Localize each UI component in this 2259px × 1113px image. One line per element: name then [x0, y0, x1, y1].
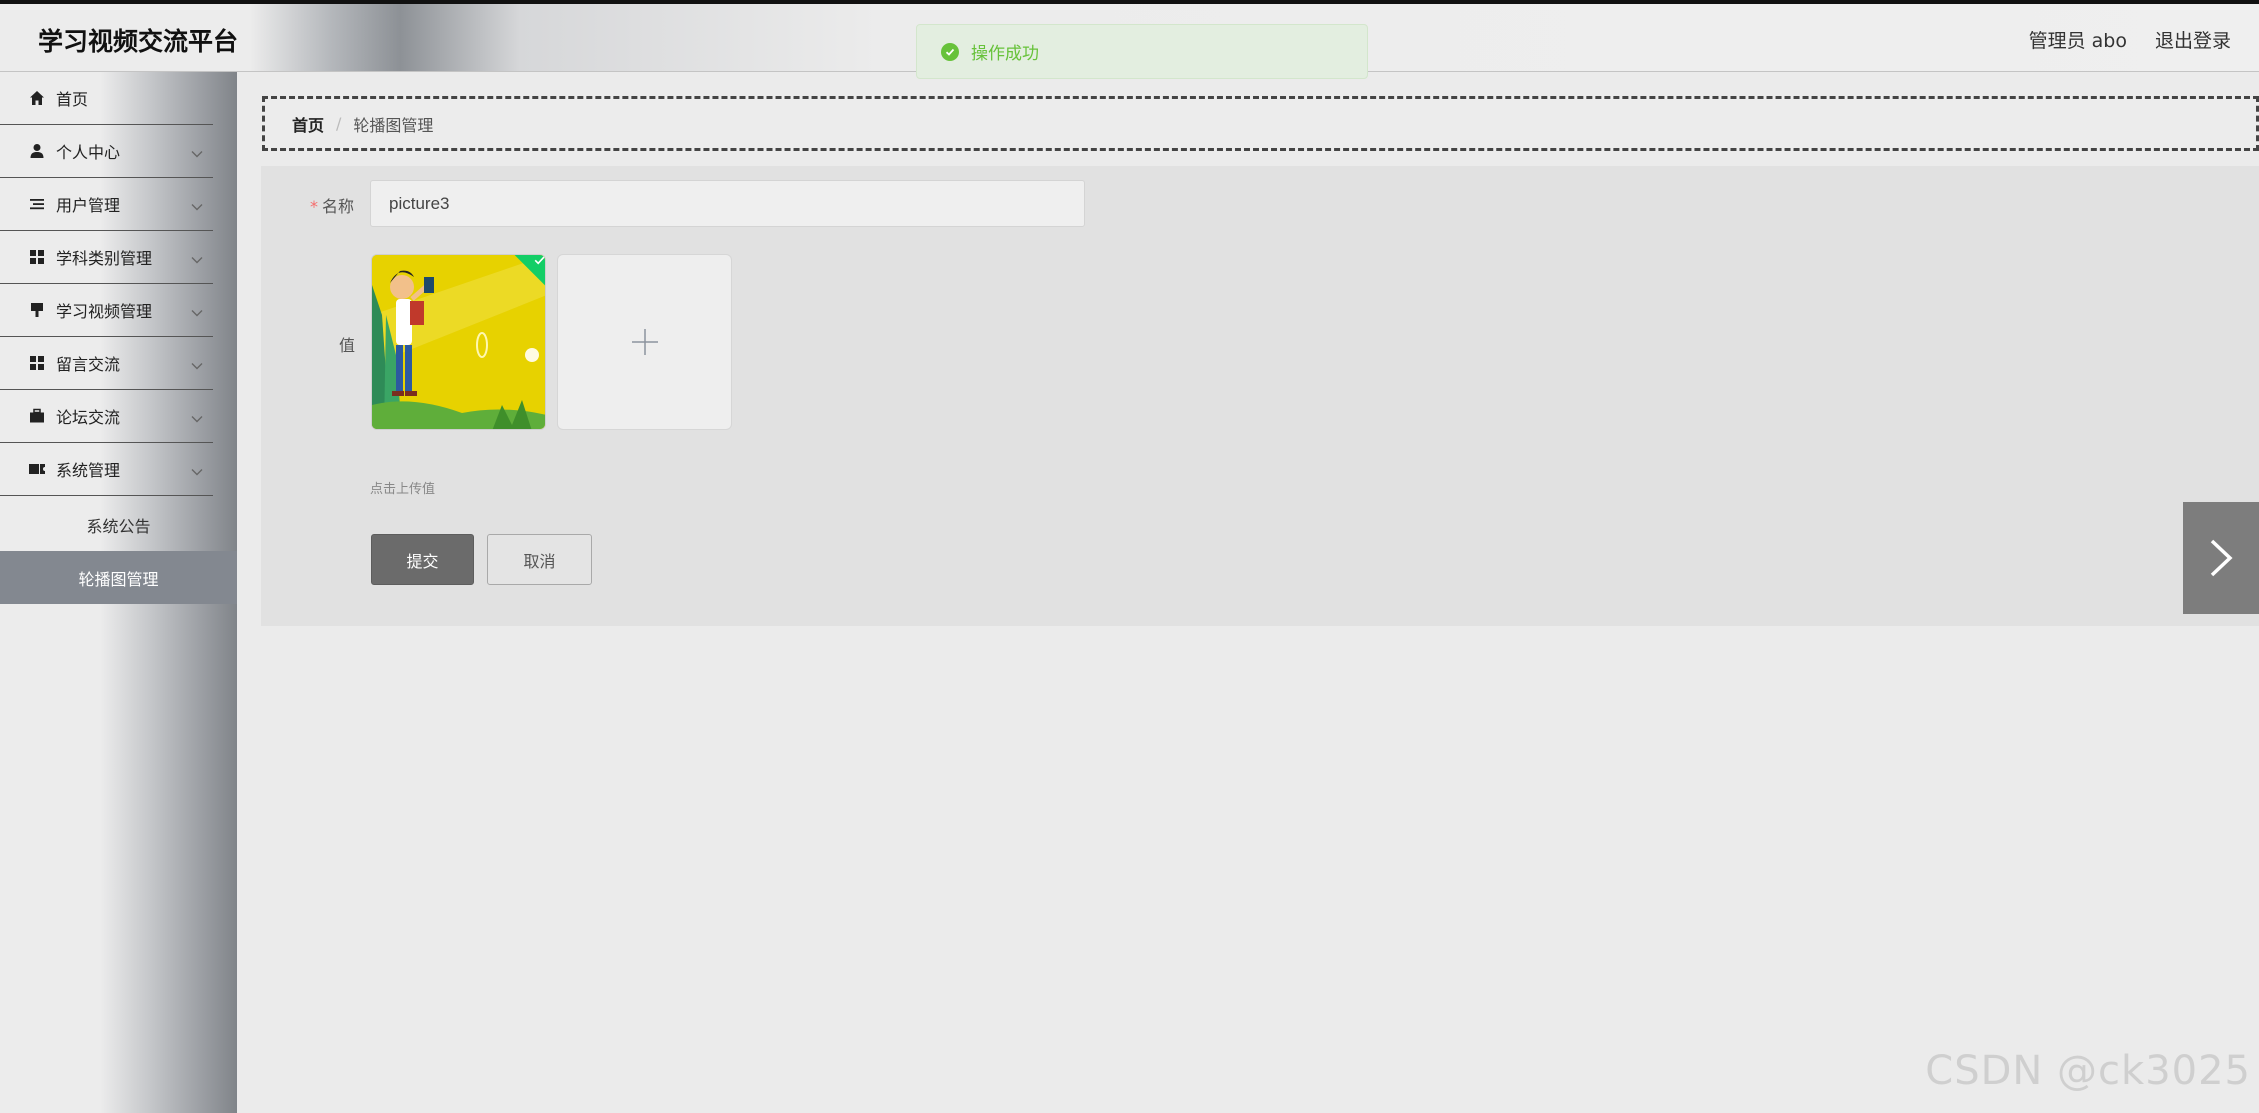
sidebar-subitem-carousel-management[interactable]: 轮播图管理: [0, 551, 237, 604]
name-field-label: * 名称: [310, 197, 355, 216]
next-arrow-button[interactable]: [2183, 502, 2259, 614]
sidebar-item-label: 首页: [56, 90, 89, 109]
sidebar-item-label: 个人中心: [56, 143, 121, 162]
sidebar-item-video-management[interactable]: 学习视频管理: [0, 284, 213, 337]
list-icon: [28, 195, 46, 213]
watermark: CSDN @ck3025: [1925, 1048, 2251, 1094]
check-icon: [534, 256, 545, 265]
briefcase-icon: [28, 407, 46, 425]
breadcrumb-current: 轮播图管理: [353, 115, 434, 135]
sidebar-item-system-management[interactable]: 系统管理: [0, 443, 213, 496]
cancel-button[interactable]: 取消: [487, 534, 592, 585]
sidebar-item-forum[interactable]: 论坛交流: [0, 390, 213, 443]
sidebar-item-label: 留言交流: [56, 355, 121, 374]
current-user-label: 管理员 abo: [2028, 30, 2127, 52]
sidebar-item-message-exchange[interactable]: 留言交流: [0, 337, 213, 390]
sidebar-subitem-system-notice[interactable]: 系统公告: [0, 498, 237, 551]
sidebar: 首页 个人中心 用户管理 学科类别管理 学习视频管理 留言交流 论坛交流 系统管…: [0, 72, 237, 1113]
image-upload-button[interactable]: [557, 254, 732, 430]
app-title: 学习视频交流平台: [38, 27, 239, 56]
value-field-label: 值: [339, 336, 356, 355]
submit-button[interactable]: 提交: [371, 534, 474, 585]
toast-message: 操作成功: [971, 44, 1039, 64]
user-area: 管理员 abo 退出登录: [2029, 26, 2231, 53]
grid-icon: [28, 248, 46, 266]
breadcrumb-home-link[interactable]: 首页: [292, 112, 324, 136]
sidebar-item-label: 学习视频管理: [56, 302, 153, 321]
uploaded-image-thumbnail[interactable]: [371, 254, 546, 430]
chevron-down-icon: [191, 355, 203, 374]
chevron-right-icon: [2210, 539, 2233, 577]
home-icon: [28, 89, 46, 107]
breadcrumb-separator: /: [336, 114, 342, 133]
sidebar-item-user-management[interactable]: 用户管理: [0, 178, 213, 231]
chevron-down-icon: [191, 408, 203, 427]
ticket-icon: [28, 460, 46, 478]
video-icon: [28, 301, 46, 319]
chevron-down-icon: [191, 249, 203, 268]
cartoon-boy-image: [372, 255, 545, 429]
chevron-down-icon: [191, 143, 203, 162]
logout-link[interactable]: 退出登录: [2155, 26, 2231, 53]
chevron-down-icon: [191, 461, 203, 480]
plus-icon: [631, 329, 658, 355]
sidebar-item-personal-center[interactable]: 个人中心: [0, 125, 213, 178]
sidebar-item-label: 学科类别管理: [56, 249, 153, 268]
name-input[interactable]: [370, 180, 1085, 227]
upload-tip: 点击上传值: [370, 482, 436, 497]
chevron-down-icon: [191, 302, 203, 321]
sidebar-item-label: 系统管理: [56, 461, 121, 480]
sidebar-item-label: 用户管理: [56, 196, 121, 215]
success-toast: 操作成功: [916, 24, 1368, 79]
sidebar-item-label: 论坛交流: [56, 408, 121, 427]
sidebar-item-home[interactable]: 首页: [0, 72, 213, 125]
chevron-down-icon: [191, 196, 203, 215]
grid-icon: [28, 354, 46, 372]
user-icon: [28, 142, 46, 160]
check-circle-icon: [941, 42, 959, 61]
required-asterisk: *: [310, 197, 318, 216]
breadcrumb: 首页 / 轮播图管理: [262, 96, 2259, 151]
sidebar-item-subject-category[interactable]: 学科类别管理: [0, 231, 213, 284]
